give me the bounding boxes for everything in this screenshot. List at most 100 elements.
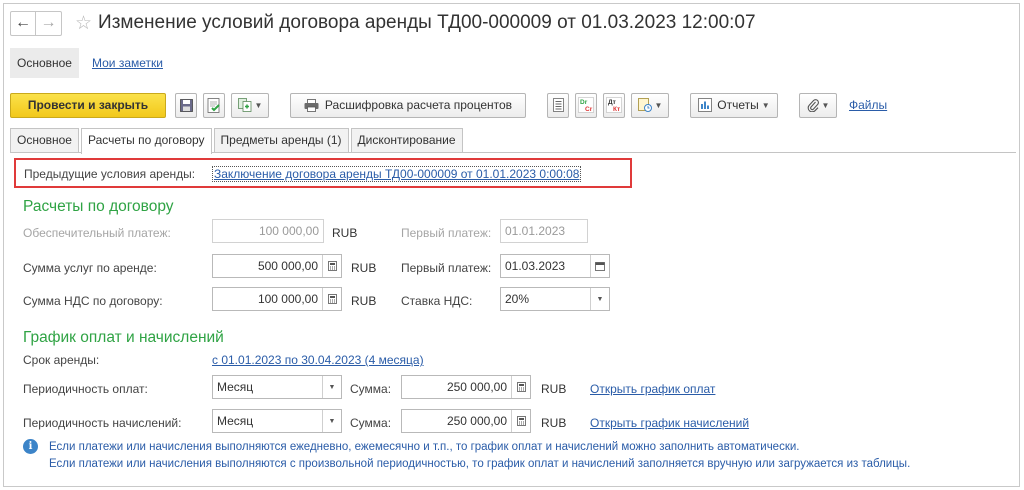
nav-buttons: ← →	[10, 10, 62, 36]
floppy-disk-icon	[179, 98, 193, 112]
rent-amount-field[interactable]: 500 000,00	[212, 254, 342, 278]
reports-label: Отчеты	[717, 98, 759, 112]
vat-rate-select[interactable]: 20% ▼	[500, 287, 610, 311]
chevron-down-icon[interactable]: ▼	[322, 376, 341, 398]
rent-amount-value: 500 000,00	[257, 259, 318, 273]
vat-amount-label: Сумма НДС по договору:	[23, 294, 163, 308]
page-title: Изменение условий договора аренды ТД00-0…	[98, 12, 756, 33]
payment-sum-label: Сумма:	[350, 382, 392, 396]
arrow-left-icon: ←	[15, 14, 31, 31]
deposit-field: 100 000,00	[212, 219, 324, 243]
save-button[interactable]	[175, 92, 197, 118]
tab-discounting[interactable]: Дисконтирование	[350, 128, 463, 152]
calendar-icon[interactable]	[590, 255, 609, 277]
rent-amount-label: Сумма услуг по аренде:	[23, 261, 157, 275]
lease-term-label: Срок аренды:	[23, 353, 100, 367]
calculator-icon[interactable]	[511, 376, 530, 398]
open-accrual-schedule-link[interactable]: Открыть график начислений	[590, 416, 749, 430]
topnav-notes-link[interactable]: Мои заметки	[92, 56, 163, 70]
rent-first-payment-field[interactable]: 01.03.2023	[500, 254, 610, 278]
document-list-icon	[552, 98, 564, 112]
reports-button[interactable]: Отчеты ▼	[690, 92, 778, 118]
calculator-icon[interactable]	[322, 288, 341, 310]
document-window: ← → ☆ Изменение условий договора аренды …	[3, 3, 1020, 487]
rent-first-payment-value: 01.03.2023	[505, 259, 566, 273]
kt-text: Кт	[613, 106, 620, 113]
info-icon: i	[23, 439, 38, 454]
cr-text: Cr	[585, 106, 593, 113]
favorite-star-icon[interactable]: ☆	[75, 14, 92, 33]
deposit-currency: RUB	[332, 226, 358, 240]
payment-frequency-label: Периодичность оплат:	[23, 382, 148, 396]
top-nav: Основное Мои заметки	[10, 48, 163, 78]
accrual-sum-field[interactable]: 250 000,00	[401, 409, 531, 433]
payment-frequency-select[interactable]: Месяц ▼	[212, 375, 342, 399]
files-link[interactable]: Файлы	[849, 98, 887, 112]
schedule-section-title: График оплат и начислений	[23, 329, 224, 346]
document-list-button[interactable]	[547, 92, 569, 118]
tab-lease-items[interactable]: Предметы аренды (1)	[213, 128, 349, 152]
info-note-line2: Если платежи или начисления выполняются …	[49, 458, 911, 470]
chevron-down-icon: ▼	[654, 100, 663, 110]
chevron-down-icon: ▼	[821, 100, 830, 110]
payment-currency: RUB	[541, 382, 567, 396]
payment-sum-field[interactable]: 250 000,00	[401, 375, 531, 399]
interest-calculation-button[interactable]: Расшифровка расчета процентов	[290, 92, 526, 118]
forward-button[interactable]: →	[36, 12, 61, 35]
post-document-icon	[207, 97, 220, 113]
accrual-frequency-value: Месяц	[217, 414, 254, 428]
deposit-label: Обеспечительный платеж:	[23, 226, 171, 240]
accrual-sum-label: Сумма:	[350, 416, 392, 430]
previous-terms-link[interactable]: Заключение договора аренды ТД00-000009 о…	[212, 166, 582, 182]
report-icon	[698, 98, 713, 112]
chevron-down-icon[interactable]: ▼	[322, 410, 341, 432]
lease-term-link[interactable]: с 01.01.2023 по 30.04.2023 (4 месяца)	[212, 353, 424, 367]
dr-text: Dr	[580, 99, 588, 106]
printer-icon	[304, 98, 319, 112]
calculator-icon[interactable]	[511, 410, 530, 432]
deposit-first-payment-value: 01.01.2023	[505, 224, 566, 238]
title-bar: ← → ☆ Изменение условий договора аренды …	[10, 10, 756, 36]
dt-kt-button[interactable]: Дт Кт	[603, 92, 625, 118]
dr-cr-icon: Dr Cr	[578, 97, 594, 113]
accrual-frequency-label: Периодичность начислений:	[23, 416, 182, 430]
accrual-sum-value: 250 000,00	[446, 414, 507, 428]
chevron-down-icon: ▼	[761, 100, 770, 110]
vat-rate-label: Ставка НДС:	[401, 294, 473, 308]
chevron-down-icon[interactable]: ▼	[590, 288, 609, 310]
toolbar: Провести и закрыть ▼ Расшифровка расчета…	[10, 92, 887, 118]
deposit-first-payment-field: 01.01.2023	[500, 219, 588, 243]
vat-rate-value: 20%	[505, 292, 530, 306]
rent-currency: RUB	[351, 261, 377, 275]
vat-amount-value: 100 000,00	[257, 292, 318, 306]
calculator-icon[interactable]	[322, 255, 341, 277]
post-and-close-button[interactable]: Провести и закрыть	[10, 92, 166, 118]
accrual-frequency-select[interactable]: Месяц ▼	[212, 409, 342, 433]
chevron-down-icon: ▼	[254, 100, 263, 110]
previous-terms-label: Предыдущие условия аренды:	[24, 167, 196, 181]
create-based-on-button[interactable]: ▼	[231, 92, 269, 118]
tab-main[interactable]: Основное	[10, 128, 79, 152]
create-based-on-icon	[237, 98, 251, 112]
dt-text: Дт	[608, 99, 616, 106]
attachments-button[interactable]: ▼	[799, 92, 837, 118]
dr-cr-button[interactable]: Dr Cr	[575, 92, 597, 118]
document-clock-icon	[637, 98, 652, 112]
deposit-value: 100 000,00	[258, 224, 319, 238]
vat-amount-field[interactable]: 100 000,00	[212, 287, 342, 311]
topnav-main[interactable]: Основное	[10, 48, 79, 78]
payment-frequency-value: Месяц	[217, 380, 254, 394]
dt-kt-icon: Дт Кт	[606, 97, 622, 113]
arrow-right-icon: →	[40, 14, 57, 31]
vat-currency: RUB	[351, 294, 377, 308]
form-tabs: Основное Расчеты по договору Предметы ар…	[10, 128, 465, 154]
accrual-currency: RUB	[541, 416, 567, 430]
open-payment-schedule-link[interactable]: Открыть график оплат	[590, 382, 715, 396]
interest-calculation-label: Расшифровка расчета процентов	[324, 98, 513, 112]
post-button[interactable]	[203, 92, 225, 118]
settlements-section-title: Расчеты по договору	[23, 198, 174, 215]
structure-button[interactable]: ▼	[631, 92, 669, 118]
info-note-line1: Если платежи или начисления выполняются …	[49, 441, 800, 453]
back-button[interactable]: ←	[11, 11, 36, 35]
tab-settlements[interactable]: Расчеты по договору	[80, 128, 212, 154]
